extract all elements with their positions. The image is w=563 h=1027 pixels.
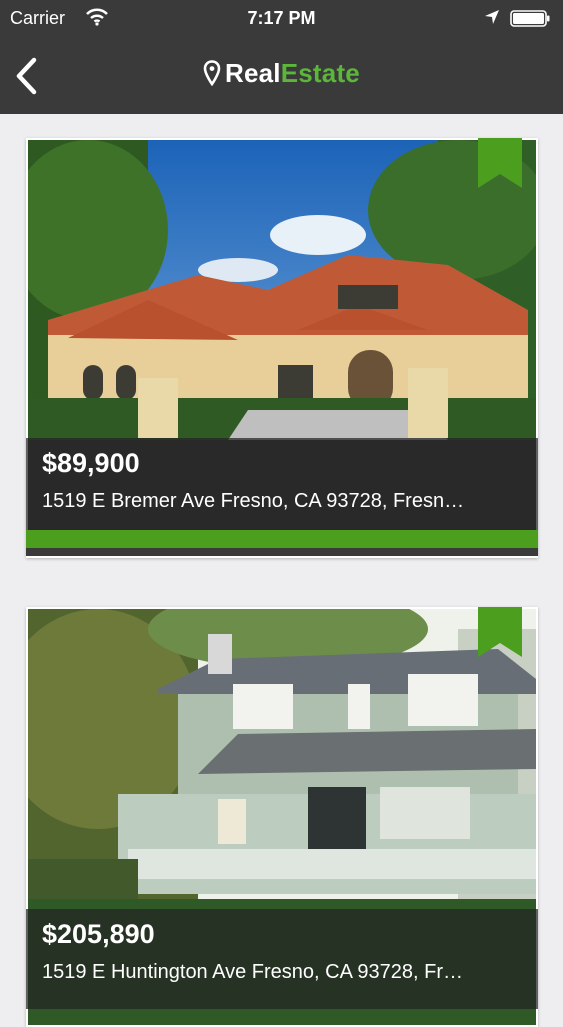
navigation-bar: RealEstate [0,40,563,114]
listing-card[interactable]: $89,900 1519 E Bremer Ave Fresno, CA 937… [26,138,538,558]
top-bar: Carrier 7:17 PM RealEstate [0,0,563,114]
listing-accent-bar [26,530,538,548]
battery-icon [510,10,550,27]
listing-caption: $89,900 1519 E Bremer Ave Fresno, CA 937… [26,438,538,538]
bookmark-ribbon-icon[interactable] [478,138,522,188]
listing-price: $205,890 [42,919,155,949]
bookmark-ribbon-icon[interactable] [478,607,522,657]
brand-name-real: Real [225,58,281,88]
location-arrow-icon [485,10,499,24]
status-time: 7:17 PM [247,8,316,28]
listing-card[interactable]: $205,890 1519 E Huntington Ave Fresno, C… [26,607,538,1027]
app-logo: RealEstate [0,58,563,89]
map-pin-icon [203,60,221,86]
status-bar: Carrier 7:17 PM [0,0,563,40]
listing-price: $89,900 [42,448,140,478]
listing-footer-bar [26,548,538,556]
listing-address: 1519 E Huntington Ave Fresno, CA 93728, … [42,961,463,983]
listing-caption: $205,890 1519 E Huntington Ave Fresno, C… [26,909,538,1009]
brand-name-estate: Estate [280,58,360,88]
listing-address: 1519 E Bremer Ave Fresno, CA 93728, Fres… [42,490,465,512]
